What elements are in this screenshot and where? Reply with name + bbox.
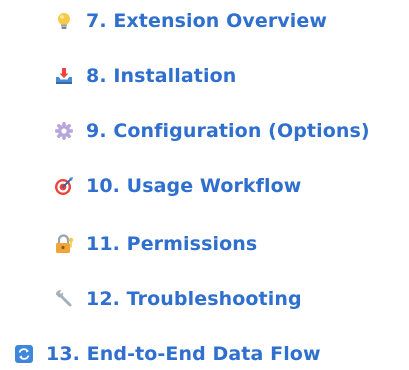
wrench-icon xyxy=(54,289,74,309)
repeat-arrows-icon xyxy=(14,344,34,364)
toc-item-installation[interactable]: 8. Installation xyxy=(54,58,236,94)
toc-item-troubleshooting[interactable]: 12. Troubleshooting xyxy=(54,281,302,317)
gear-icon xyxy=(54,121,74,141)
lock-with-key-icon xyxy=(54,234,74,254)
toc-item-permissions[interactable]: 11. Permissions xyxy=(54,226,257,262)
lightbulb-icon xyxy=(54,11,74,31)
toc-item-extension-overview[interactable]: 7. Extension Overview xyxy=(54,3,327,39)
inbox-tray-icon xyxy=(54,66,74,86)
toc-item-configuration[interactable]: 9. Configuration (Options) xyxy=(54,113,370,149)
toc-item-label: 13. End-to-End Data Flow xyxy=(46,343,321,365)
toc-item-label: 9. Configuration (Options) xyxy=(86,120,370,142)
toc-item-label: 12. Troubleshooting xyxy=(86,288,302,310)
toc-item-label: 10. Usage Workflow xyxy=(86,175,302,197)
table-of-contents: 7. Extension Overview 8. Installation 9.… xyxy=(0,0,409,370)
toc-item-label: 7. Extension Overview xyxy=(86,10,328,32)
toc-item-label: 11. Permissions xyxy=(86,233,258,255)
direct-hit-target-icon xyxy=(54,176,74,196)
toc-item-end-to-end-data-flow[interactable]: 13. End-to-End Data Flow xyxy=(14,336,321,370)
toc-item-label: 8. Installation xyxy=(86,65,237,87)
toc-item-usage-workflow[interactable]: 10. Usage Workflow xyxy=(54,168,301,204)
